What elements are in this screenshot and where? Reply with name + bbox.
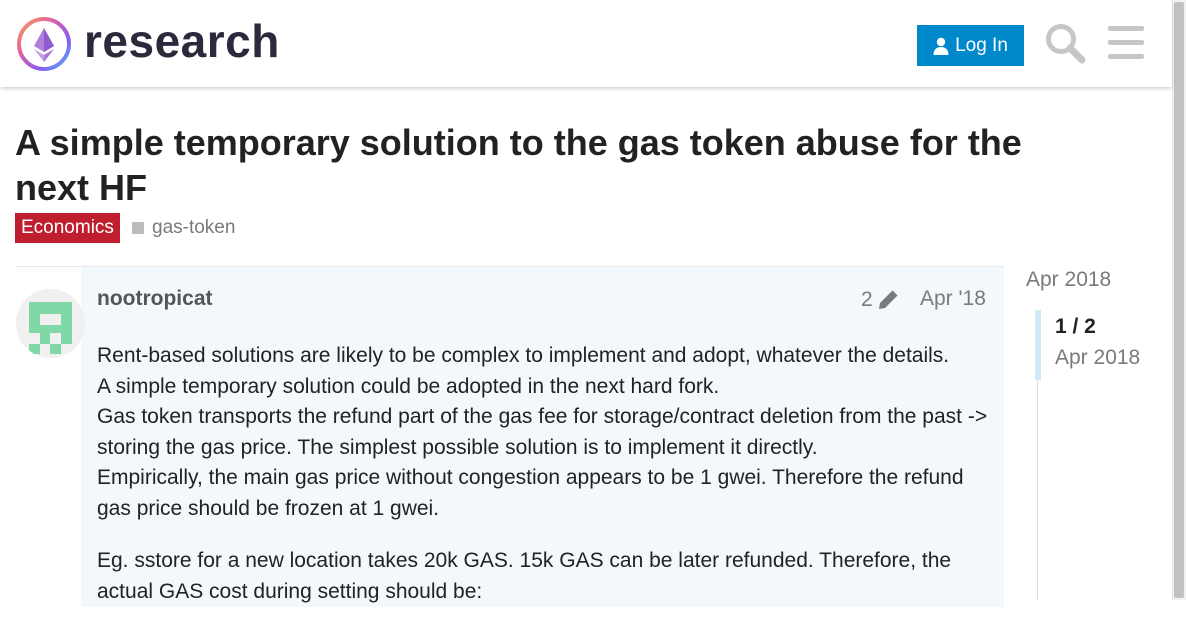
timeline-position: 1 / 2 — [1055, 315, 1096, 338]
topic-title[interactable]: A simple temporary solution to the gas t… — [15, 120, 1035, 210]
pencil-icon — [878, 290, 898, 309]
edit-count: 2 — [861, 288, 873, 311]
avatar[interactable] — [16, 289, 85, 358]
user-icon — [933, 37, 949, 55]
login-label: Log In — [955, 34, 1008, 56]
category-badge[interactable]: Economics — [15, 213, 120, 243]
post-username[interactable]: nootropicat — [97, 287, 213, 311]
login-button[interactable]: Log In — [917, 25, 1024, 66]
hamburger-menu-icon[interactable] — [1106, 24, 1146, 62]
timeline-handle[interactable] — [1035, 310, 1041, 380]
search-icon[interactable] — [1044, 22, 1086, 64]
tag-gas-token[interactable]: gas-token — [132, 216, 235, 240]
post-date[interactable]: Apr '18 — [920, 287, 986, 311]
edit-history-button[interactable]: 2 — [861, 288, 899, 312]
site-header: research Log In — [0, 0, 1172, 87]
post-content: Rent-based solutions are likely to be co… — [97, 341, 997, 629]
ethereum-logo-icon[interactable] — [16, 16, 72, 72]
timeline-start-date[interactable]: Apr 2018 — [1026, 268, 1111, 292]
post-paragraph: Rent-based solutions are likely to be co… — [97, 344, 988, 520]
brand-name[interactable]: research — [84, 14, 280, 68]
post-paragraph: Eg. sstore for a new location takes 20k … — [97, 549, 952, 603]
tag-label: gas-token — [152, 217, 236, 238]
scrollbar-thumb[interactable] — [1174, 2, 1184, 598]
timeline-current-date: Apr 2018 — [1055, 346, 1141, 369]
tag-square-icon — [132, 222, 144, 234]
